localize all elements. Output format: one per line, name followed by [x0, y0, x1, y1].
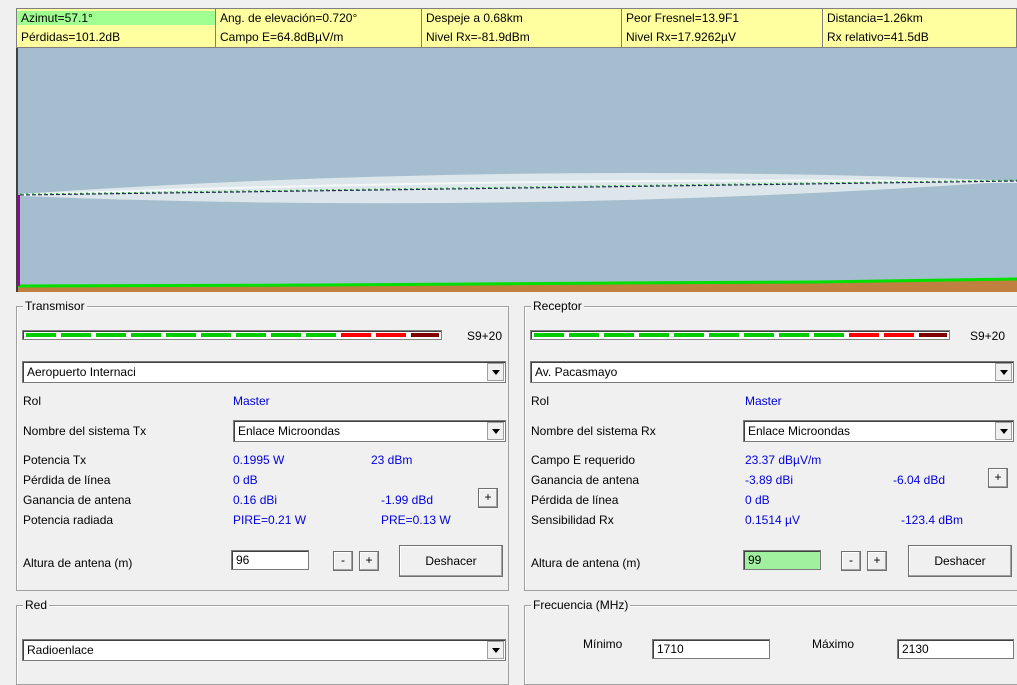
rx-station-value: Av. Pacasmayo: [535, 365, 618, 379]
tx-system-label: Nombre del sistema Tx: [23, 424, 147, 438]
tx-rol-label: Rol: [23, 394, 42, 408]
tx-gain-dbi: 0.16 dBi: [233, 493, 278, 507]
rx-sens-uv: 0.1514 µV: [745, 513, 800, 527]
tx-signal-meter: [22, 330, 442, 340]
freq-max-label: Máximo: [812, 637, 855, 651]
tx-power-w: 0.1995 W: [233, 453, 285, 467]
rx-field-value: 23.37 dBµV/m: [745, 453, 822, 467]
tx-rol-value: Master: [233, 394, 270, 408]
freq-max-input[interactable]: 2130: [897, 639, 1014, 659]
network-select[interactable]: Radioenlace: [22, 639, 506, 661]
rx-field-label: Campo E requerido: [531, 453, 636, 467]
rx-signal-meter: [530, 330, 950, 340]
tx-height-input[interactable]: 96: [231, 550, 309, 570]
tx-system-select[interactable]: Enlace Microondas: [233, 420, 506, 442]
chevron-down-icon[interactable]: [487, 363, 504, 381]
distance-readout: Distancia=1.26km: [827, 11, 923, 25]
rx-gain-label: Ganancia de antena: [531, 473, 640, 487]
tx-height-minus-button[interactable]: -: [333, 551, 353, 571]
tx-power-dbm: 23 dBm: [371, 453, 413, 467]
frequency-group: Frecuencia (MHz) Mínimo 1710 Máximo 2130: [524, 598, 1017, 685]
receiver-group: Receptor S9+20 Av. Pacasmayo Rol Master …: [524, 299, 1017, 591]
losses-readout: Pérdidas=101.2dB: [21, 30, 121, 44]
elevation-angle-readout: Ang. de elevación=0.720°: [220, 11, 358, 25]
rx-level-dbm-readout: Nivel Rx=-81.9dBm: [426, 30, 530, 44]
clearance-readout: Despeje a 0.68km: [426, 11, 523, 25]
rx-rol-label: Rol: [531, 394, 550, 408]
worst-fresnel-readout: Peor Fresnel=13.9F1: [626, 11, 740, 25]
tx-gain-dbd: -1.99 dBd: [381, 493, 434, 507]
tx-undo-button[interactable]: Deshacer: [399, 545, 503, 577]
rx-system-value: Enlace Microondas: [748, 424, 851, 438]
rx-system-label: Nombre del sistema Rx: [531, 424, 656, 438]
rx-level-uv-readout: Nivel Rx=17.9262µV: [626, 30, 736, 44]
tx-radiated-label: Potencia radiada: [23, 513, 114, 527]
transmitter-title: Transmisor: [23, 299, 87, 313]
rx-height-label: Altura de antena (m): [531, 556, 641, 570]
freq-min-input[interactable]: 1710: [652, 639, 770, 659]
link-info-panel: Azimut=57.1° Pérdidas=101.2dB Ang. de el…: [16, 8, 1017, 48]
rx-height-input[interactable]: 99: [743, 550, 821, 570]
rx-gain-plus-button[interactable]: +: [988, 468, 1008, 488]
tx-meter-label: S9+20: [467, 329, 503, 343]
tx-gain-plus-button[interactable]: +: [478, 488, 498, 508]
tx-system-value: Enlace Microondas: [238, 424, 341, 438]
tx-pire: PIRE=0.21 W: [233, 513, 307, 527]
tx-height-plus-button[interactable]: +: [359, 551, 379, 571]
transmitter-group: Transmisor S9+20 Aeropuerto Internaci Ro…: [16, 299, 509, 591]
network-value: Radioenlace: [27, 643, 94, 657]
tx-height-label: Altura de antena (m): [23, 556, 133, 570]
rx-undo-button[interactable]: Deshacer: [908, 545, 1012, 577]
rx-gain-dbi: -3.89 dBi: [745, 473, 794, 487]
rx-meter-label: S9+20: [970, 329, 1006, 343]
rx-rol-value: Master: [745, 394, 782, 408]
rx-system-select[interactable]: Enlace Microondas: [743, 420, 1014, 442]
e-field-readout: Campo E=64.8dBµV/m: [220, 30, 344, 44]
network-group: Red Radioenlace: [16, 598, 509, 685]
tx-power-label: Potencia Tx: [23, 453, 87, 467]
relative-rx-readout: Rx relativo=41.5dB: [827, 30, 929, 44]
network-title: Red: [23, 598, 50, 612]
rx-line-loss-label: Pérdida de línea: [531, 493, 619, 507]
rx-gain-dbd: -6.04 dBd: [893, 473, 946, 487]
rx-station-select[interactable]: Av. Pacasmayo: [530, 361, 1014, 383]
chevron-down-icon[interactable]: [487, 422, 504, 440]
azimuth-readout: Azimut=57.1°: [17, 11, 215, 25]
tx-line-loss-value: 0 dB: [233, 473, 258, 487]
rx-sens-label: Sensibilidad Rx: [531, 513, 614, 527]
tx-line-loss-label: Pérdida de línea: [23, 473, 111, 487]
receiver-title: Receptor: [531, 299, 584, 313]
rx-line-loss-value: 0 dB: [745, 493, 770, 507]
tx-station-select[interactable]: Aeropuerto Internaci: [22, 361, 506, 383]
path-profile-view[interactable]: [16, 48, 1017, 292]
rx-height-minus-button[interactable]: -: [841, 551, 861, 571]
chevron-down-icon[interactable]: [487, 641, 504, 659]
rx-height-plus-button[interactable]: +: [867, 551, 887, 571]
freq-min-label: Mínimo: [583, 637, 623, 651]
rx-sens-dbm: -123.4 dBm: [901, 513, 964, 527]
tx-station-value: Aeropuerto Internaci: [27, 365, 136, 379]
tx-gain-label: Ganancia de antena: [23, 493, 132, 507]
tx-pre: PRE=0.13 W: [381, 513, 451, 527]
chevron-down-icon[interactable]: [995, 363, 1012, 381]
frequency-title: Frecuencia (MHz): [531, 598, 631, 612]
chevron-down-icon[interactable]: [995, 422, 1012, 440]
